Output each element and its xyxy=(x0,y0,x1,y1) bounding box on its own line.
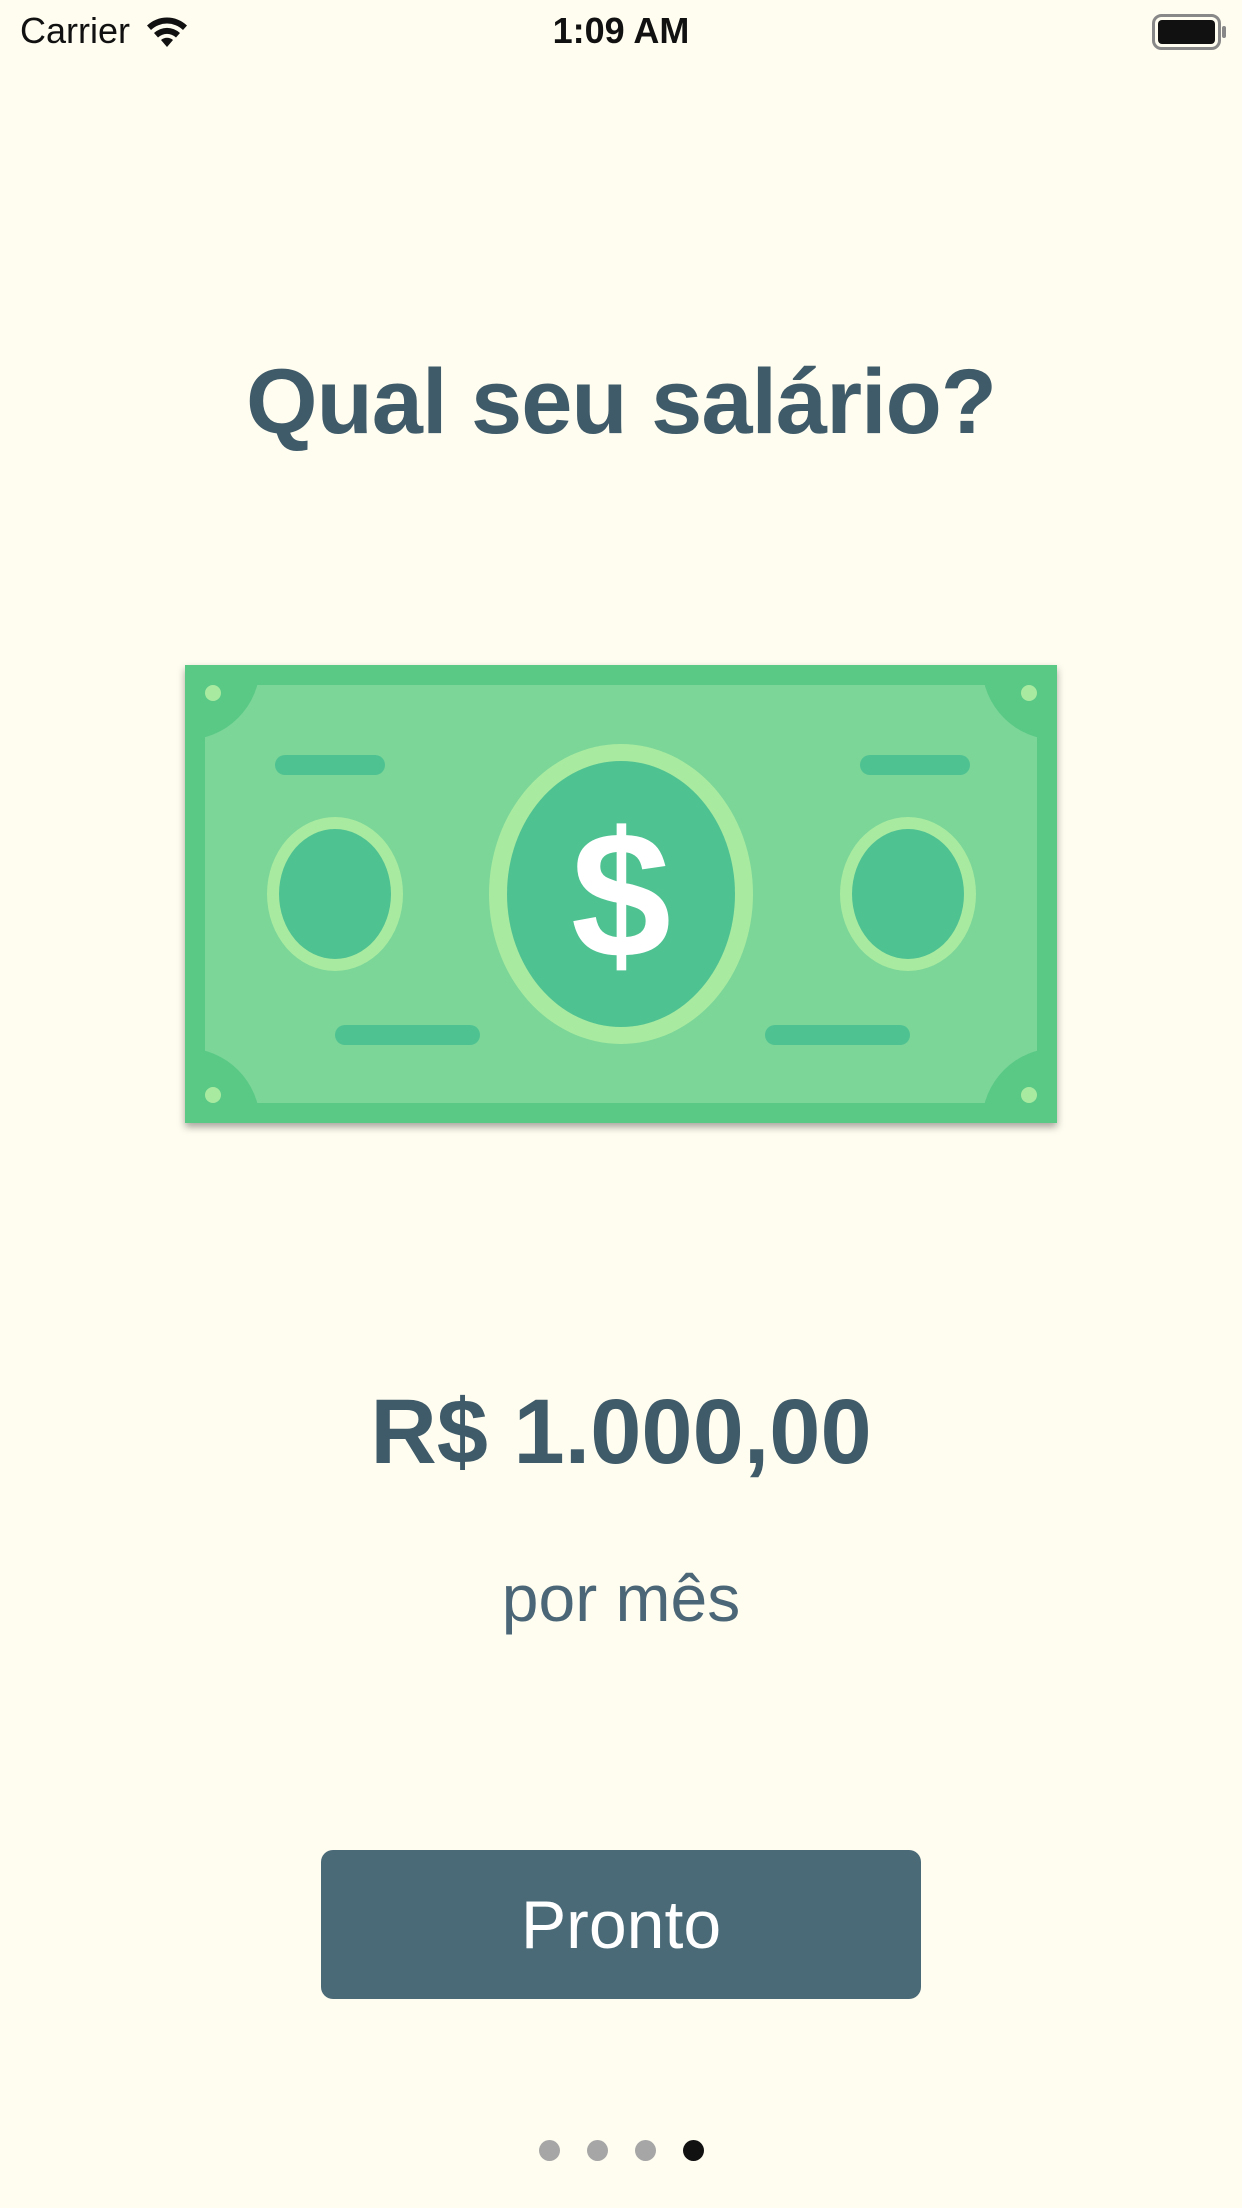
page-indicator[interactable] xyxy=(0,2140,1242,2161)
page-title: Qual seu salário? xyxy=(246,351,997,453)
clock: 1:09 AM xyxy=(552,10,690,51)
done-button[interactable]: Pronto xyxy=(321,1850,921,1999)
page-dot-4-active[interactable] xyxy=(682,2140,704,2161)
status-bar: Carrier 1:09 AM xyxy=(0,0,1242,62)
salary-amount: R$ 1.000,00 xyxy=(370,1381,872,1483)
page-dot-1[interactable] xyxy=(538,2140,560,2161)
page-dot-3[interactable] xyxy=(634,2140,656,2161)
money-bill-icon: $ xyxy=(185,665,1057,1123)
page-dot-2[interactable] xyxy=(586,2140,608,2161)
salary-period: por mês xyxy=(501,1561,741,1635)
dollar-symbol: $ xyxy=(571,795,671,996)
battery-icon xyxy=(1152,14,1226,50)
